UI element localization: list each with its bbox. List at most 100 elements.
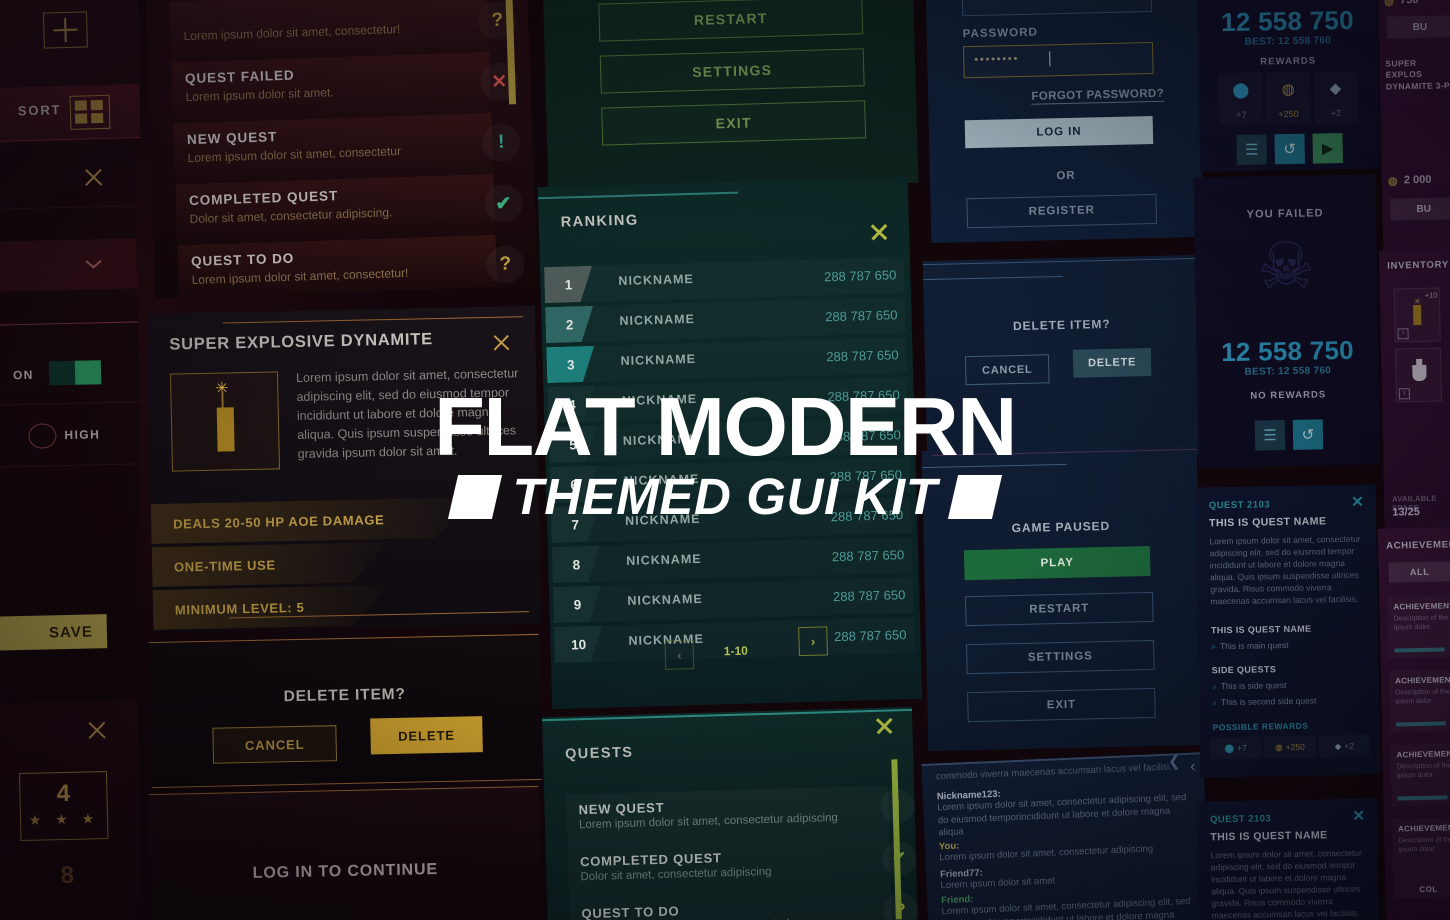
- chat-panel: ‹ commodo viverra maecenas accumsan lacu…: [921, 752, 1211, 920]
- radio-row[interactable]: HIGH: [0, 405, 140, 466]
- close-icon[interactable]: ✕: [1352, 807, 1365, 825]
- play-icon[interactable]: ▶: [1312, 133, 1343, 164]
- nickname: NICKNAME: [618, 271, 694, 289]
- exclamation-icon: !: [481, 123, 521, 163]
- chevron-left-icon[interactable]: ‹: [1190, 757, 1197, 777]
- cancel-button[interactable]: CANCEL: [964, 354, 1050, 386]
- settings-panel: ON HIGH SAVE: [0, 143, 140, 687]
- settings-button[interactable]: SETTINGS: [966, 639, 1155, 675]
- divider: [222, 316, 523, 324]
- info-icon[interactable]: i: [1398, 388, 1410, 400]
- register-button[interactable]: REGISTER: [966, 193, 1158, 229]
- save-button[interactable]: SAVE: [0, 614, 108, 652]
- nickname: NICKNAME: [620, 351, 697, 369]
- collect-button[interactable]: COL: [1419, 885, 1438, 894]
- diamond-icon: ◆: [1334, 740, 1342, 751]
- divider: [0, 321, 138, 326]
- plus-icon[interactable]: [42, 11, 88, 49]
- list-item[interactable]: QUEST FAILED Lorem ipsum dolor sit amet.…: [171, 52, 519, 124]
- level-panel: 4 ★ ★ ★ 8: [0, 700, 140, 920]
- list-item[interactable]: COMPLETED QUEST Dolor sit amet, consecte…: [568, 838, 917, 899]
- item-qty: +10: [1424, 290, 1438, 300]
- list-icon[interactable]: ☰: [1254, 420, 1286, 451]
- score: 288 787 650: [826, 347, 899, 365]
- restart-button[interactable]: RESTART: [598, 0, 864, 42]
- close-icon[interactable]: [491, 332, 511, 352]
- buy-button[interactable]: BU: [1386, 15, 1450, 39]
- ranking-panel: RANKING 1 NICKNAME 288 787 650 2 NICKNAM…: [537, 176, 923, 710]
- grid-icon[interactable]: [69, 94, 111, 130]
- settings-dropdown[interactable]: [0, 238, 138, 292]
- quest-detail-panel: QUEST 2103 ✕ THIS IS QUEST NAME Lorem ip…: [1195, 484, 1381, 778]
- nickname: NICKNAME: [624, 511, 701, 528]
- close-icon[interactable]: [869, 221, 890, 242]
- inventory-slot[interactable]: i: [1394, 347, 1443, 403]
- inventory-slot[interactable]: ✳ +10 i: [1393, 287, 1441, 343]
- sort-bar[interactable]: SORT: [0, 83, 140, 143]
- achievement-card[interactable]: ACHIEVEMENT Description of the ipsum dol…: [1391, 817, 1450, 899]
- nickname: NICKNAME: [619, 311, 696, 329]
- username-field[interactable]: [961, 0, 1153, 17]
- toggle-row[interactable]: ON: [0, 343, 140, 406]
- delete-button[interactable]: DELETE: [1072, 347, 1152, 378]
- level-stars: ★ ★ ★: [28, 810, 100, 828]
- on-off-toggle[interactable]: [48, 360, 102, 386]
- reward-diamond: ◆ +2: [1318, 735, 1370, 758]
- info-icon[interactable]: i: [1397, 328, 1409, 340]
- close-icon[interactable]: [874, 715, 895, 736]
- list-icon[interactable]: ☰: [1236, 134, 1267, 165]
- close-icon[interactable]: [86, 719, 108, 741]
- achievement-name: ACHIEVEMENT: [1396, 749, 1450, 760]
- filter-all-button[interactable]: ALL: [1388, 561, 1450, 583]
- forgot-password-link[interactable]: FORGOT PASSWORD?: [1031, 87, 1165, 105]
- close-icon[interactable]: [82, 166, 104, 188]
- coin-icon: ◍: [1281, 80, 1295, 99]
- score-panel: 12 558 750 BEST: 12 558 760 REWARDS ⬤ +7…: [1195, 0, 1381, 172]
- list-item[interactable]: NEW QUEST Lorem ipsum dolor sit amet, co…: [173, 113, 521, 185]
- password-field[interactable]: ••••••••: [962, 41, 1154, 79]
- coin-icon: ◍: [1275, 741, 1283, 752]
- reward-qty: +7: [1236, 109, 1247, 120]
- quest-list-red-panel: Lorem ipsum dolor sit amet, consectetur!…: [144, 0, 538, 299]
- list-item[interactable]: QUEST FAILED: [179, 295, 500, 299]
- achievement-card[interactable]: ACHIEVEMENT Description of the ipsum dol…: [1387, 595, 1450, 659]
- chevron-right-icon[interactable]: ›: [798, 626, 828, 657]
- achievement-name: ACHIEVEMENT: [1398, 823, 1450, 834]
- achievement-card[interactable]: ACHIEVEMENT Description of the ipsum dol…: [1388, 669, 1450, 733]
- main-quest-item: ⌕ This is main quest: [1211, 640, 1288, 652]
- chevron-left-icon[interactable]: ❮: [1168, 752, 1181, 770]
- item-detail-panel: SUPER EXPLOSIVE DYNAMITE ✳ Lorem ipsum d…: [146, 305, 542, 633]
- dynamite-icon: ✳: [169, 371, 280, 472]
- buy-button[interactable]: BU: [1390, 197, 1450, 221]
- play-button[interactable]: PLAY: [963, 546, 1151, 581]
- close-icon[interactable]: ✕: [1351, 493, 1364, 511]
- level-tile[interactable]: 4 ★ ★ ★: [18, 771, 109, 842]
- list-item[interactable]: NEW QUEST Lorem ipsum dolor sit amet, co…: [566, 786, 916, 847]
- password-label: PASSWORD: [962, 26, 1038, 41]
- delete-button[interactable]: DELETE: [370, 716, 483, 755]
- reward-qty: +7: [1237, 742, 1247, 753]
- radio-button[interactable]: [28, 423, 57, 449]
- login-button[interactable]: LOG IN: [964, 115, 1154, 149]
- page-title: QUESTS: [564, 744, 634, 763]
- dialog-title: DELETE ITEM?: [1012, 316, 1111, 334]
- divider: [922, 257, 1198, 266]
- sort-label: SORT: [17, 102, 62, 119]
- achievement-card[interactable]: ACHIEVEMENT Description of the ipsum dol…: [1390, 743, 1450, 807]
- or-label: OR: [1056, 169, 1076, 183]
- exit-button[interactable]: EXIT: [967, 687, 1156, 723]
- quest-desc: Lorem ipsum dolor sit amet, consectetur!: [183, 21, 401, 44]
- exit-button[interactable]: EXIT: [601, 100, 867, 146]
- reward-diamond: ◆ +2: [1313, 71, 1358, 124]
- failed-title: YOU FAILED: [1246, 207, 1324, 221]
- settings-button[interactable]: SETTINGS: [599, 48, 865, 94]
- quest-body: Lorem ipsum dolor sit amet, consectetur …: [1210, 847, 1362, 920]
- achievement-desc: Description of the ipsum dolor: [1395, 688, 1450, 706]
- list-item[interactable]: QUEST TO DO Lorem ipsum dolor sit amet, …: [177, 234, 525, 299]
- replay-icon[interactable]: ↺: [1274, 133, 1305, 165]
- cancel-button[interactable]: CANCEL: [212, 725, 338, 764]
- page-title: INVENTORY: [1387, 259, 1450, 272]
- restart-button[interactable]: RESTART: [964, 591, 1154, 627]
- replay-icon[interactable]: ↺: [1292, 419, 1324, 450]
- list-item[interactable]: COMPLETED QUEST Dolor sit amet, consecte…: [175, 173, 523, 246]
